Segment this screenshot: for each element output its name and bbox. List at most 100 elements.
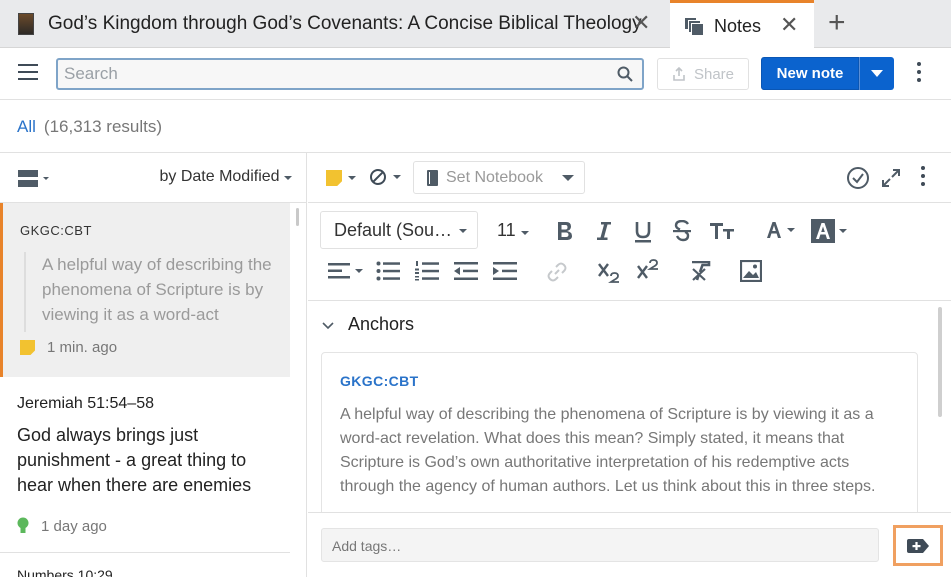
link-icon[interactable] xyxy=(547,262,567,282)
align-dropdown[interactable] xyxy=(328,263,363,279)
share-icon xyxy=(673,67,685,81)
italic-icon[interactable] xyxy=(595,221,613,241)
menu-icon[interactable] xyxy=(18,64,38,82)
close-tab-book-icon[interactable]: ✕ xyxy=(632,10,650,36)
insert-image-icon[interactable] xyxy=(740,260,762,282)
outdent-icon[interactable] xyxy=(454,262,478,280)
list-header: by Date Modified xyxy=(0,153,306,203)
font-color-icon xyxy=(767,222,781,238)
tab-book-title: God’s Kingdom through God’s Covenants: A… xyxy=(48,13,642,34)
underline-icon[interactable] xyxy=(633,221,653,243)
editor-header: Set Notebook xyxy=(308,153,951,203)
search-icon[interactable] xyxy=(616,65,634,83)
note-time: 1 day ago xyxy=(41,517,107,535)
results-bar: All (16,313 results) xyxy=(0,101,951,153)
filter-all-link[interactable]: All xyxy=(17,117,36,137)
lightbulb-icon xyxy=(17,517,29,533)
share-button[interactable]: Share xyxy=(657,58,749,90)
chevron-down-icon xyxy=(839,229,847,233)
set-notebook-dropdown[interactable]: Set Notebook xyxy=(413,161,585,194)
anchors-label: Anchors xyxy=(348,314,415,334)
add-tag-button[interactable] xyxy=(893,525,943,566)
list-item[interactable]: GKGC:CBT A helpful way of describing the… xyxy=(0,203,290,377)
tag-add-icon xyxy=(907,538,929,553)
text-size-icon[interactable] xyxy=(709,222,735,240)
notes-icon xyxy=(684,17,704,36)
list-item[interactable]: Numbers 10:29 xyxy=(0,553,306,577)
anchors-section: Anchors GKGC:CBT A helpful way of descri… xyxy=(308,302,951,512)
complete-check-icon[interactable] xyxy=(846,166,870,190)
chevron-down-icon xyxy=(322,322,334,330)
note-reference: Numbers 10:29 xyxy=(17,567,113,577)
search-box xyxy=(56,58,644,90)
font-family-dropdown[interactable]: Default (Sou… xyxy=(320,211,478,249)
anchor-text: A helpful way of describing the phenomen… xyxy=(340,406,876,495)
chevron-down-icon xyxy=(562,174,574,181)
font-size-dropdown[interactable]: 11 xyxy=(497,220,529,241)
new-note-button[interactable]: New note xyxy=(761,57,859,90)
note-body: God always brings just punishment - a gr… xyxy=(17,425,252,495)
format-toolbar: Default (Sou… 11 xyxy=(308,203,951,301)
sort-label: by Date Modified xyxy=(159,168,280,185)
new-note-dropdown-button[interactable] xyxy=(859,57,894,90)
sticky-note-icon xyxy=(326,170,342,186)
highlight-color-icon xyxy=(811,219,835,243)
tab-notes[interactable]: Notes ✕ xyxy=(670,0,814,49)
more-options-icon[interactable] xyxy=(917,62,921,82)
chevron-down-icon xyxy=(520,231,529,235)
chevron-down-icon xyxy=(871,69,883,77)
chevron-down-icon xyxy=(787,228,795,232)
no-style-icon xyxy=(370,169,386,185)
note-reference: GKGC:CBT xyxy=(20,223,92,238)
editor-more-options-icon[interactable] xyxy=(921,166,925,186)
bold-icon[interactable] xyxy=(556,221,574,241)
tab-notes-label: Notes xyxy=(714,15,762,36)
note-editor: Set Notebook Default (Sou… 11 Anchors GK… xyxy=(308,153,951,577)
clear-style-picker[interactable] xyxy=(369,168,401,186)
align-left-icon xyxy=(328,263,350,279)
note-meta: 1 day ago xyxy=(17,517,107,535)
highlight-color-picker[interactable] xyxy=(811,219,847,243)
view-mode-icon[interactable] xyxy=(18,169,50,189)
superscript-icon[interactable] xyxy=(637,259,659,279)
new-tab-plus-icon[interactable]: + xyxy=(828,8,846,38)
chevron-down-icon xyxy=(284,176,292,180)
bullet-list-icon[interactable] xyxy=(376,261,400,281)
book-cover-icon xyxy=(18,13,34,35)
tags-input[interactable]: Add tags… xyxy=(321,528,879,562)
tab-book[interactable]: God’s Kingdom through God’s Covenants: A… xyxy=(0,0,662,48)
anchor-reference-link[interactable]: GKGC:CBT xyxy=(340,373,899,389)
list-item[interactable]: Jeremiah 51:54–58 God always brings just… xyxy=(0,377,290,553)
clear-formatting-icon[interactable] xyxy=(689,261,711,281)
expand-icon[interactable] xyxy=(881,168,901,188)
font-size-value: 11 xyxy=(497,220,516,240)
subscript-icon[interactable] xyxy=(598,263,620,283)
editor-scrollbar[interactable] xyxy=(938,307,942,417)
font-color-picker[interactable] xyxy=(766,221,795,239)
indent-icon[interactable] xyxy=(493,262,517,280)
search-input[interactable] xyxy=(58,60,598,88)
chevron-down-icon xyxy=(355,269,363,273)
note-quote: A helpful way of describing the phenomen… xyxy=(24,252,280,332)
close-tab-notes-icon[interactable]: ✕ xyxy=(780,12,798,38)
anchors-toggle[interactable]: Anchors xyxy=(322,314,414,335)
font-family-value: Default (Sou… xyxy=(334,220,453,240)
anchor-card: GKGC:CBT A helpful way of describing the… xyxy=(321,352,918,512)
note-reference: Jeremiah 51:54–58 xyxy=(17,395,154,412)
note-style-picker[interactable] xyxy=(326,170,356,186)
chevron-down-icon xyxy=(348,176,356,180)
chevron-down-icon xyxy=(393,175,401,179)
numbered-list-icon[interactable] xyxy=(415,261,439,281)
note-time: 1 min. ago xyxy=(47,339,118,356)
list-scrollbar[interactable] xyxy=(296,208,299,226)
tags-bar: Add tags… xyxy=(308,512,951,577)
note-meta: 1 min. ago xyxy=(20,339,117,356)
notes-list-pane: by Date Modified GKGC:CBT A helpful way … xyxy=(0,153,307,577)
sort-dropdown[interactable]: by Date Modified xyxy=(159,168,292,186)
notebook-icon xyxy=(427,169,438,186)
set-notebook-label: Set Notebook xyxy=(446,168,543,186)
strikethrough-icon[interactable] xyxy=(672,220,692,242)
chevron-down-icon xyxy=(459,229,467,233)
tab-bar: God’s Kingdom through God’s Covenants: A… xyxy=(0,0,951,49)
results-count: (16,313 results) xyxy=(43,116,163,136)
